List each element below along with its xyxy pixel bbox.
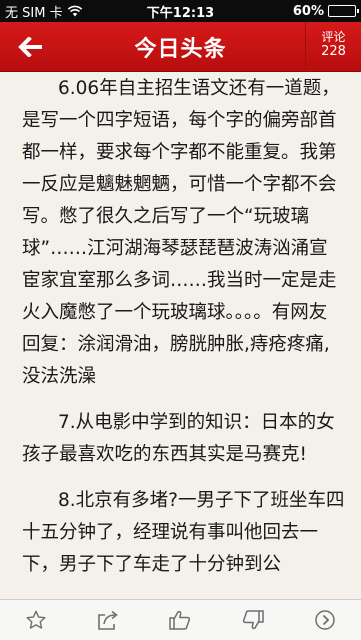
bottom-toolbar [0,599,361,640]
comment-label: 评论 [321,30,346,44]
battery-icon [328,5,359,17]
comment-button[interactable]: 评论 228 [305,22,361,72]
share-button[interactable] [88,602,128,638]
article-content[interactable]: 6.06年自主招生语文还有一道题，是写一个四字短语，每个字的偏旁部首都一样，要求… [0,72,361,599]
share-icon [98,610,119,630]
like-button[interactable] [160,602,200,638]
article-paragraph: 7.从电影中学到的知识：日本的女孩子最喜欢吃的东西其实是马赛克! [22,412,335,465]
status-time: 下午12:13 [146,5,215,21]
comment-count: 228 [321,44,346,59]
next-icon [315,610,335,630]
article-paragraph: 6.06年自主招生语文还有一道题，是写一个四字短语，每个字的偏旁部首都一样，要求… [22,78,340,387]
article-paragraph: 8.北京有多堵?一男子下了班坐车四十五分钟了，经理说有事叫他回去一下，男子下了车… [22,490,345,575]
thumbs-up-icon [169,610,191,630]
dislike-button[interactable] [233,602,273,638]
nav-bar: 今日头条 评论 228 [0,22,361,72]
status-bar: 无 SIM 卡 下午12:13 60% [0,0,361,22]
back-button[interactable] [0,22,62,72]
star-icon [26,610,46,629]
favorite-button[interactable] [16,602,56,638]
thumbs-down-icon [242,610,264,630]
next-article-button[interactable] [305,602,345,638]
back-arrow-icon [18,36,42,57]
